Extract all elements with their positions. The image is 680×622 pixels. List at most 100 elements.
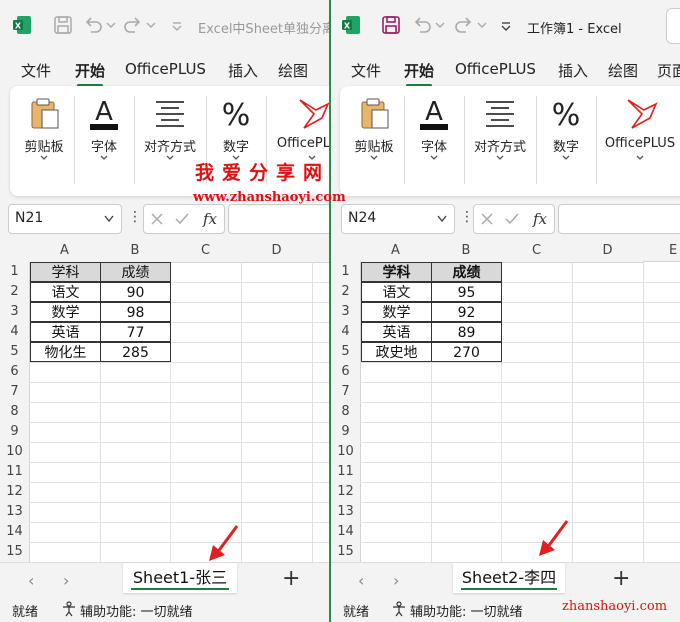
- insert-function-icon[interactable]: fx: [530, 209, 550, 229]
- row-header[interactable]: 7: [0, 382, 30, 402]
- table-cell[interactable]: 英语: [30, 322, 101, 342]
- table-cell[interactable]: 98: [100, 302, 171, 322]
- customize-toolbar-icon[interactable]: [170, 14, 184, 36]
- insert-function-icon[interactable]: fx: [200, 209, 220, 229]
- enter-check-icon[interactable]: [504, 212, 520, 226]
- row-header[interactable]: 5: [331, 342, 361, 362]
- column-header-e[interactable]: [312, 240, 330, 263]
- row-header[interactable]: 5: [0, 342, 30, 362]
- table-cell[interactable]: 数学: [361, 302, 432, 322]
- tab-officeplus[interactable]: OfficePLUS: [125, 60, 206, 78]
- row-header[interactable]: 11: [0, 462, 30, 482]
- scroll-left-icon[interactable]: ‹: [28, 571, 34, 590]
- redo-dropdown-icon[interactable]: [475, 14, 489, 36]
- row-header[interactable]: 13: [0, 502, 30, 522]
- row-header[interactable]: 9: [0, 422, 30, 442]
- table-header-cell[interactable]: 学科: [30, 262, 101, 282]
- column-header-a[interactable]: A: [360, 240, 431, 263]
- column-header-b[interactable]: B: [100, 240, 170, 263]
- more-options-icon[interactable]: ⋮: [128, 209, 142, 225]
- row-header[interactable]: 14: [0, 522, 30, 542]
- table-header-cell[interactable]: 成绩: [431, 262, 502, 282]
- accessibility-icon[interactable]: [61, 601, 77, 617]
- save-icon[interactable]: [52, 14, 74, 36]
- status-accessibility[interactable]: 辅助功能: 一切就绪: [410, 601, 523, 620]
- more-options-icon[interactable]: ⋮: [460, 209, 474, 225]
- clipboard-group[interactable]: 剪贴板: [346, 92, 402, 192]
- table-cell[interactable]: 89: [431, 322, 502, 342]
- undo-icon[interactable]: [411, 14, 433, 36]
- tab-officeplus[interactable]: OfficePLUS: [455, 60, 536, 78]
- row-header[interactable]: 8: [331, 402, 361, 422]
- undo-dropdown-icon[interactable]: [104, 14, 118, 36]
- row-header[interactable]: 6: [331, 362, 361, 382]
- row-header[interactable]: 15: [331, 542, 361, 562]
- name-box[interactable]: N21: [8, 204, 122, 234]
- undo-icon[interactable]: [82, 14, 104, 36]
- redo-icon[interactable]: [122, 14, 144, 36]
- tab-draw[interactable]: 绘图: [278, 60, 308, 81]
- row-header[interactable]: 4: [331, 322, 361, 342]
- font-group[interactable]: A 字体: [406, 92, 462, 192]
- table-cell[interactable]: 英语: [361, 322, 432, 342]
- search-box[interactable]: [666, 8, 680, 44]
- table-cell[interactable]: 90: [100, 282, 171, 302]
- row-header[interactable]: 14: [331, 522, 361, 542]
- row-header[interactable]: 12: [331, 482, 361, 502]
- column-header-e[interactable]: E: [643, 240, 680, 262]
- column-header-b[interactable]: B: [431, 240, 501, 263]
- column-header-d[interactable]: D: [241, 240, 312, 263]
- row-header[interactable]: 10: [331, 442, 361, 462]
- row-header[interactable]: 4: [0, 322, 30, 342]
- table-cell[interactable]: 92: [431, 302, 502, 322]
- redo-dropdown-icon[interactable]: [144, 14, 158, 36]
- sheet-tab[interactable]: Sheet1-张三: [123, 563, 237, 593]
- row-header[interactable]: 2: [331, 282, 361, 302]
- tab-insert[interactable]: 插入: [558, 60, 588, 81]
- save-icon[interactable]: [380, 14, 402, 36]
- table-cell[interactable]: 物化生: [30, 342, 101, 362]
- scroll-left-icon[interactable]: ‹: [358, 571, 364, 590]
- add-sheet-button[interactable]: +: [612, 566, 630, 591]
- row-header[interactable]: 11: [331, 462, 361, 482]
- column-header-c[interactable]: C: [501, 240, 572, 263]
- tab-page-layout[interactable]: 页面: [657, 60, 680, 81]
- enter-check-icon[interactable]: [174, 212, 190, 226]
- column-header-c[interactable]: C: [170, 240, 241, 263]
- clipboard-group[interactable]: 剪贴板: [16, 92, 72, 192]
- undo-dropdown-icon[interactable]: [433, 14, 447, 36]
- number-group[interactable]: % 数字: [538, 92, 594, 192]
- cancel-icon[interactable]: [150, 212, 164, 226]
- row-header[interactable]: 10: [0, 442, 30, 462]
- add-sheet-button[interactable]: +: [282, 566, 300, 591]
- select-all-corner[interactable]: [331, 240, 361, 263]
- formula-input[interactable]: [228, 204, 330, 234]
- alignment-group[interactable]: 对齐方式: [466, 92, 534, 192]
- table-cell[interactable]: 政史地: [361, 342, 432, 362]
- table-cell[interactable]: 语文: [30, 282, 101, 302]
- customize-toolbar-icon[interactable]: [499, 14, 513, 36]
- tab-file[interactable]: 文件: [21, 60, 51, 81]
- table-cell[interactable]: 77: [100, 322, 171, 342]
- cancel-icon[interactable]: [480, 212, 494, 226]
- row-header[interactable]: 12: [0, 482, 30, 502]
- row-header[interactable]: 1: [0, 262, 30, 282]
- tab-file[interactable]: 文件: [351, 60, 381, 81]
- scroll-right-icon[interactable]: ›: [393, 571, 399, 590]
- row-header[interactable]: 2: [0, 282, 30, 302]
- formula-input[interactable]: [558, 204, 680, 234]
- row-header[interactable]: 3: [0, 302, 30, 322]
- row-header[interactable]: 3: [331, 302, 361, 322]
- row-header[interactable]: 9: [331, 422, 361, 442]
- row-header[interactable]: 7: [331, 382, 361, 402]
- font-group[interactable]: A 字体: [76, 92, 132, 192]
- row-header[interactable]: 8: [0, 402, 30, 422]
- table-cell[interactable]: 95: [431, 282, 502, 302]
- tab-home[interactable]: 开始: [404, 60, 434, 87]
- column-header-a[interactable]: A: [29, 240, 100, 263]
- table-header-cell[interactable]: 成绩: [100, 262, 171, 282]
- column-header-d[interactable]: D: [572, 240, 643, 263]
- redo-icon[interactable]: [453, 14, 475, 36]
- officeplus-group[interactable]: OfficePLUS: [598, 92, 680, 192]
- row-header[interactable]: 13: [331, 502, 361, 522]
